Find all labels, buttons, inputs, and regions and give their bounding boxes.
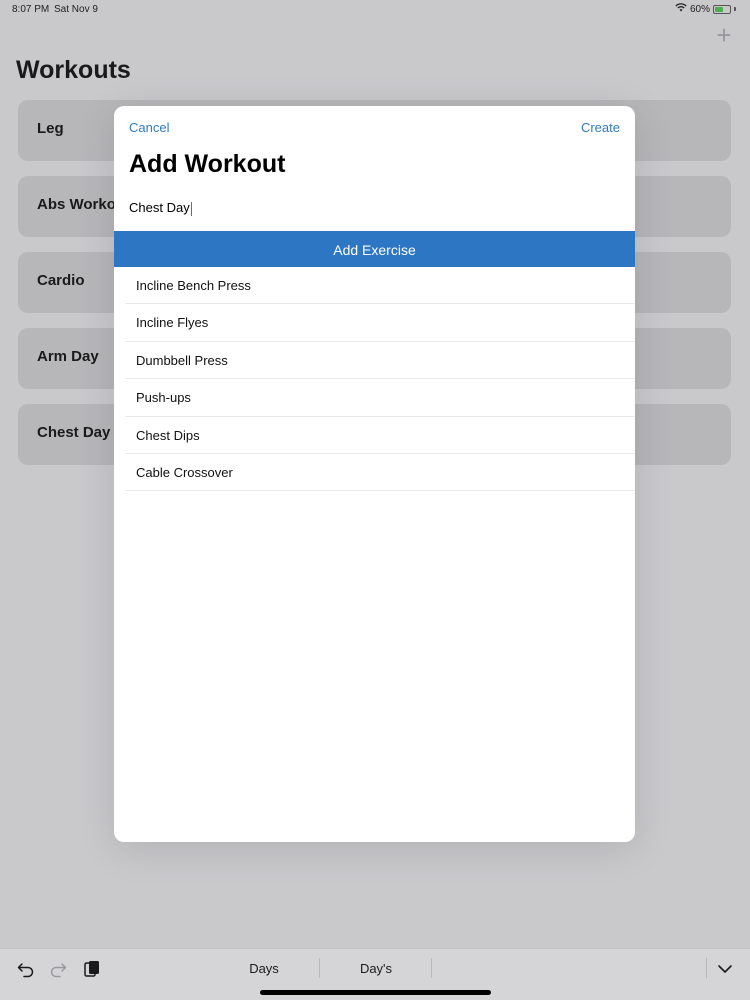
battery-percent: 60%: [689, 3, 710, 15]
workout-name-value: Chest Day: [129, 200, 190, 215]
exercise-list: Incline Bench Press Incline Flyes Dumbbe…: [114, 267, 635, 492]
wifi-icon: [675, 3, 687, 15]
exercise-item[interactable]: Chest Dips: [125, 417, 635, 454]
workout-card-label: Chest Day: [37, 424, 111, 441]
add-exercise-button[interactable]: Add Exercise: [114, 231, 635, 267]
status-bar: 8:07 PM Sat Nov 9 60%: [0, 0, 750, 18]
undo-icon[interactable]: [16, 959, 36, 979]
exercise-item[interactable]: Dumbbell Press: [125, 342, 635, 380]
home-indicator[interactable]: [260, 990, 491, 995]
workout-name-input[interactable]: Chest Day: [129, 200, 192, 216]
add-workout-sheet: Cancel Create Add Workout Chest Day Add …: [114, 106, 635, 842]
exercise-item[interactable]: Push-ups: [125, 379, 635, 417]
sheet-title: Add Workout: [129, 150, 286, 178]
workout-card-label: Leg: [37, 120, 64, 137]
suggestion-divider: [706, 958, 707, 978]
exercise-item[interactable]: Incline Flyes: [125, 304, 635, 342]
paste-icon[interactable]: [82, 959, 102, 979]
workout-card-label: Arm Day: [37, 348, 99, 365]
plus-icon[interactable]: +: [712, 22, 736, 48]
status-time: 8:07 PM: [12, 4, 50, 15]
page-title: Workouts: [16, 56, 131, 84]
cancel-button[interactable]: Cancel: [129, 120, 169, 135]
status-indicators: 60%: [675, 3, 736, 15]
suggestion-divider: [319, 958, 320, 978]
exercise-item[interactable]: Incline Bench Press: [125, 267, 635, 305]
chevron-down-icon[interactable]: [715, 959, 735, 979]
suggestion-divider: [431, 958, 432, 978]
battery-tip: [734, 7, 736, 11]
battery-icon: [713, 4, 731, 14]
exercise-item[interactable]: Cable Crossover: [125, 454, 635, 492]
create-button[interactable]: Create: [581, 120, 620, 135]
redo-icon[interactable]: [48, 959, 68, 979]
suggestion-2[interactable]: Day's: [334, 961, 418, 976]
suggestion-1[interactable]: Days: [222, 961, 306, 976]
text-caret: [190, 201, 192, 216]
status-date: Sat Nov 9: [54, 4, 98, 15]
workout-card-label: Cardio: [37, 272, 85, 289]
